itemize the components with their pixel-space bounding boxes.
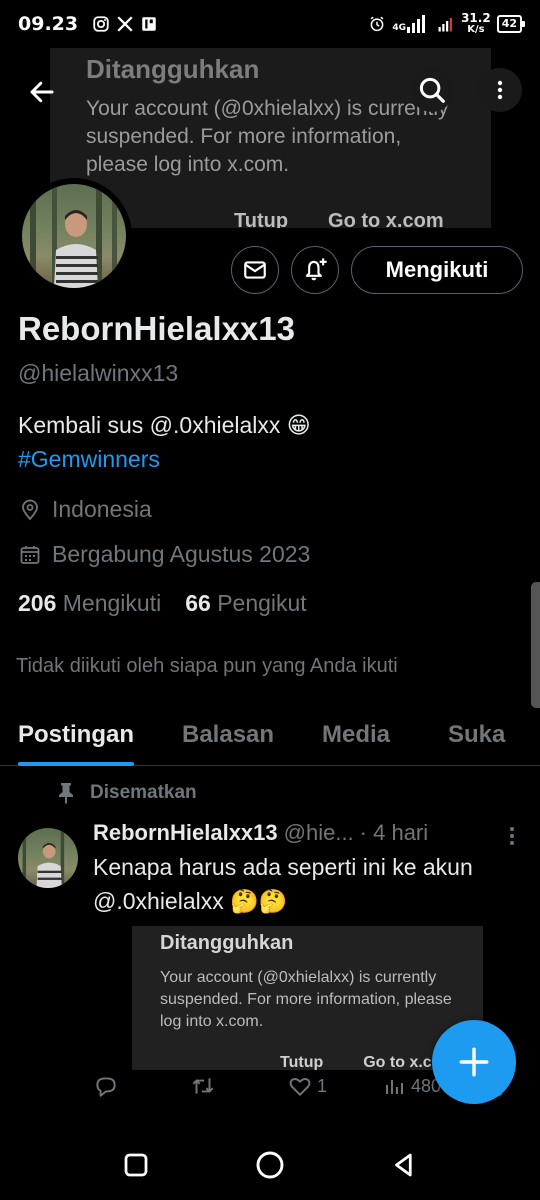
views-icon xyxy=(386,1080,403,1094)
heart-icon xyxy=(289,1078,311,1096)
recent-apps-icon[interactable] xyxy=(121,1150,151,1180)
bio-hashtag-link[interactable]: #Gemwinners xyxy=(18,442,311,476)
followers-stat[interactable]: 66 Pengikut xyxy=(185,590,307,617)
message-button[interactable] xyxy=(231,246,279,294)
views-button[interactable]: 480 xyxy=(383,1074,441,1098)
like-count: 1 xyxy=(317,1075,328,1096)
post-time: · 4 hari xyxy=(359,820,429,845)
followed-by-note: Tidak diikuti oleh siapa pun yang Anda i… xyxy=(16,655,398,677)
location-text: Indonesia xyxy=(52,496,152,522)
status-bar: 09.23 4G 31.2 K/s 42 xyxy=(0,0,540,48)
compose-post-button[interactable] xyxy=(432,1020,516,1104)
arrow-left-icon xyxy=(30,81,54,103)
post-header: RebornHielalxx13 @hie... · 4 hari xyxy=(93,820,428,846)
location-pin-icon xyxy=(22,499,38,520)
following-label: Mengikuti xyxy=(62,590,162,616)
notify-button[interactable] xyxy=(291,246,339,294)
pinned-indicator: Disematkan xyxy=(56,782,197,804)
x-logo-icon xyxy=(117,16,133,32)
signal-icon: 4G xyxy=(392,15,431,33)
embed-body: Your account (@0xhielalxx) is currently … xyxy=(160,969,452,1030)
calendar-icon xyxy=(20,545,40,564)
home-icon[interactable] xyxy=(254,1149,286,1181)
bell-plus-icon xyxy=(305,258,327,281)
back-button[interactable] xyxy=(20,70,64,114)
embed-close-label: Tutup xyxy=(280,1054,324,1070)
suspend-banner-body: Your account (@0xhielalxx) is currently … xyxy=(86,97,449,176)
mail-icon xyxy=(244,261,266,279)
following-count: 206 xyxy=(18,590,57,616)
followers-count: 66 xyxy=(185,590,211,616)
join-date-text: Bergabung Agustus 2023 xyxy=(52,541,311,567)
profile-tabs: Postingan Balasan Media Suka xyxy=(0,704,540,766)
app-notification-icon xyxy=(142,17,156,31)
plus-icon xyxy=(459,1047,489,1077)
reply-button[interactable] xyxy=(93,1073,119,1099)
followers-label: Pengikut xyxy=(217,590,307,616)
profile-location: Indonesia xyxy=(18,496,152,523)
tab-postingan[interactable]: Postingan xyxy=(18,704,135,766)
search-button[interactable] xyxy=(410,68,454,112)
profile-stats: 206 Mengikuti 66 Pengikut xyxy=(18,590,307,617)
search-icon xyxy=(419,77,445,103)
network-type: 4G xyxy=(392,23,407,33)
bio-text: Kembali sus @.0xhielalxx 😁 xyxy=(18,412,311,438)
profile-display-name: RebornHielalxx13 xyxy=(18,310,295,347)
profile-bio: Kembali sus @.0xhielalxx 😁 #Gemwinners xyxy=(18,408,311,476)
signal-icon-2 xyxy=(438,18,453,32)
post-image[interactable]: Ditangguhkan Your account (@0xhielalxx) … xyxy=(132,926,483,1070)
post-author-avatar[interactable] xyxy=(18,828,78,888)
status-time: 09.23 xyxy=(18,13,79,35)
embed-title: Ditangguhkan xyxy=(160,932,294,954)
suspend-banner-title: Ditangguhkan xyxy=(86,54,260,84)
scrollbar-thumb[interactable] xyxy=(531,582,540,708)
system-nav-bar xyxy=(0,1130,540,1200)
alarm-icon xyxy=(371,16,384,32)
tab-media[interactable]: Media xyxy=(322,704,390,766)
profile-join-date: Bergabung Agustus 2023 xyxy=(18,541,310,568)
more-vertical-icon xyxy=(497,80,503,100)
like-button[interactable]: 1 xyxy=(287,1073,327,1099)
repost-icon xyxy=(192,1078,214,1094)
pinned-label: Disematkan xyxy=(90,782,197,803)
embed-actions: Tutup Go to x.com xyxy=(280,1054,456,1070)
tab-suka[interactable]: Suka xyxy=(448,704,505,766)
reply-icon xyxy=(96,1077,116,1097)
status-right: 4G 31.2 K/s 42 xyxy=(368,12,526,36)
notification-icons xyxy=(92,15,158,33)
avatar xyxy=(22,184,126,288)
tab-balasan[interactable]: Balasan xyxy=(182,704,274,766)
instagram-icon xyxy=(93,16,109,32)
post-text: Kenapa harus ada seperti ini ke akun @.0… xyxy=(93,854,473,914)
suspend-close-button[interactable]: Tutup xyxy=(234,210,288,228)
net-speed-unit: K/s xyxy=(467,24,485,35)
net-speed: 31.2 K/s xyxy=(461,12,491,36)
suspend-goto-button[interactable]: Go to x.com xyxy=(328,210,444,228)
battery-indicator: 42 xyxy=(496,15,526,33)
suspend-banner-actions: Tutup Go to x.com xyxy=(234,210,444,228)
following-stat[interactable]: 206 Mengikuti xyxy=(18,590,161,617)
back-nav-icon[interactable] xyxy=(389,1150,419,1180)
profile-avatar[interactable] xyxy=(16,178,132,294)
following-button[interactable]: Mengikuti xyxy=(351,246,523,294)
pin-icon xyxy=(59,783,73,804)
more-options-button[interactable] xyxy=(478,68,522,112)
post-author-handle: @hie... xyxy=(283,820,354,845)
repost-button[interactable] xyxy=(189,1073,217,1099)
profile-handle: @hielalwinxx13 xyxy=(18,360,179,386)
post-author-name[interactable]: RebornHielalxx13 xyxy=(93,820,278,846)
net-speed-value: 31.2 xyxy=(461,11,491,25)
post-more-icon[interactable] xyxy=(500,824,524,848)
